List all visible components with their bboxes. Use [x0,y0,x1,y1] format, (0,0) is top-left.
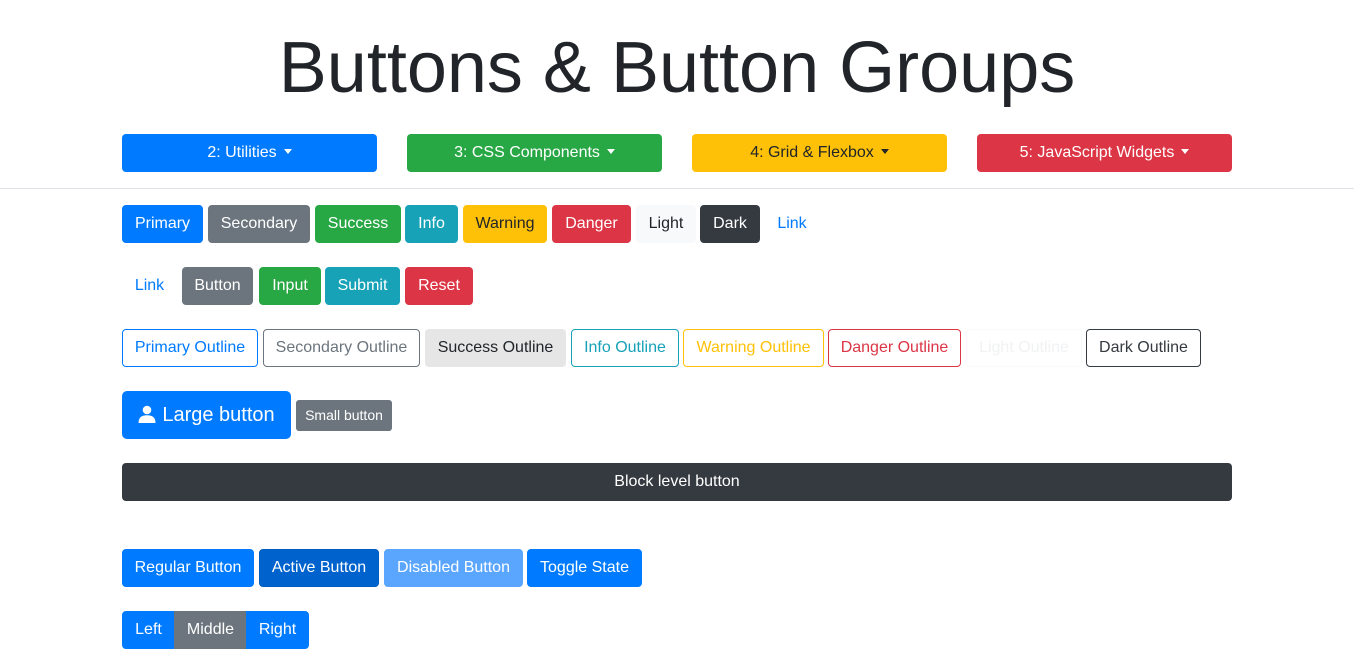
nav-utilities-label: 2: Utilities [207,144,277,161]
secondary-button[interactable]: Secondary [208,205,310,243]
nav-grid-flexbox-dropdown[interactable]: 4: Grid & Flexbox [692,134,947,172]
success-button[interactable]: Success [315,205,401,243]
input-button[interactable]: Input [259,267,321,305]
light-button[interactable]: Light [636,205,696,243]
danger-outline-button[interactable]: Danger Outline [828,329,961,367]
secondary-outline-button[interactable]: Secondary Outline [263,329,420,367]
button-types-row: Link Button Input Submit Reset [122,267,482,305]
nav-css-components-dropdown[interactable]: 3: CSS Components [407,134,662,172]
info-outline-button[interactable]: Info Outline [571,329,679,367]
caret-down-icon [880,149,889,154]
nav-javascript-widgets-dropdown[interactable]: 5: JavaScript Widgets [977,134,1232,172]
nav-javascript-widgets-label: 5: JavaScript Widgets [1019,144,1175,161]
dark-outline-button[interactable]: Dark Outline [1086,329,1201,367]
warning-outline-button[interactable]: Warning Outline [683,329,824,367]
outline-buttons-row: Primary Outline Secondary Outline Succes… [122,329,1232,367]
info-button[interactable]: Info [405,205,458,243]
nav-dropdown-row: 2: Utilities 3: CSS Components 4: Grid &… [122,134,1232,172]
link-button[interactable]: Link [765,205,819,243]
solid-buttons-row: Primary Secondary Success Info Warning D… [122,205,1232,243]
block-level-button[interactable]: Block level button [122,463,1232,501]
group-right-button[interactable]: Right [246,611,309,649]
nav-css-components-label: 3: CSS Components [454,144,600,161]
disabled-button: Disabled Button [384,549,523,587]
page-title: Buttons & Button Groups [278,28,1076,108]
dark-button[interactable]: Dark [700,205,760,243]
primary-button[interactable]: Primary [122,205,203,243]
divider [0,188,1354,189]
nav-utilities-dropdown[interactable]: 2: Utilities [122,134,377,172]
caret-down-icon [283,149,292,154]
toggle-state-button[interactable]: Toggle State [527,549,642,587]
danger-button[interactable]: Danger [552,205,631,243]
active-button[interactable]: Active Button [259,549,379,587]
button-states-row: Regular Button Active Button Disabled Bu… [122,549,652,587]
link-anchor[interactable]: Link [122,267,177,305]
caret-down-icon [606,149,615,154]
success-outline-button[interactable]: Success Outline [425,329,566,367]
light-outline-button[interactable]: Light Outline [966,329,1082,367]
small-button[interactable]: Small button [296,400,392,431]
user-icon [138,405,156,423]
group-left-button[interactable]: Left [122,611,175,649]
regular-button[interactable]: Regular Button [122,549,254,587]
nav-grid-flexbox-label: 4: Grid & Flexbox [750,144,874,161]
submit-button[interactable]: Submit [325,267,400,305]
large-button[interactable]: Large button [122,391,291,439]
warning-button[interactable]: Warning [463,205,547,243]
large-button-label: Large button [162,404,275,426]
caret-down-icon [1181,149,1190,154]
button-group: Left Middle Right [122,611,312,649]
button-element[interactable]: Button [182,267,253,305]
group-middle-button[interactable]: Middle [174,611,247,649]
primary-outline-button[interactable]: Primary Outline [122,329,258,367]
reset-button[interactable]: Reset [405,267,473,305]
